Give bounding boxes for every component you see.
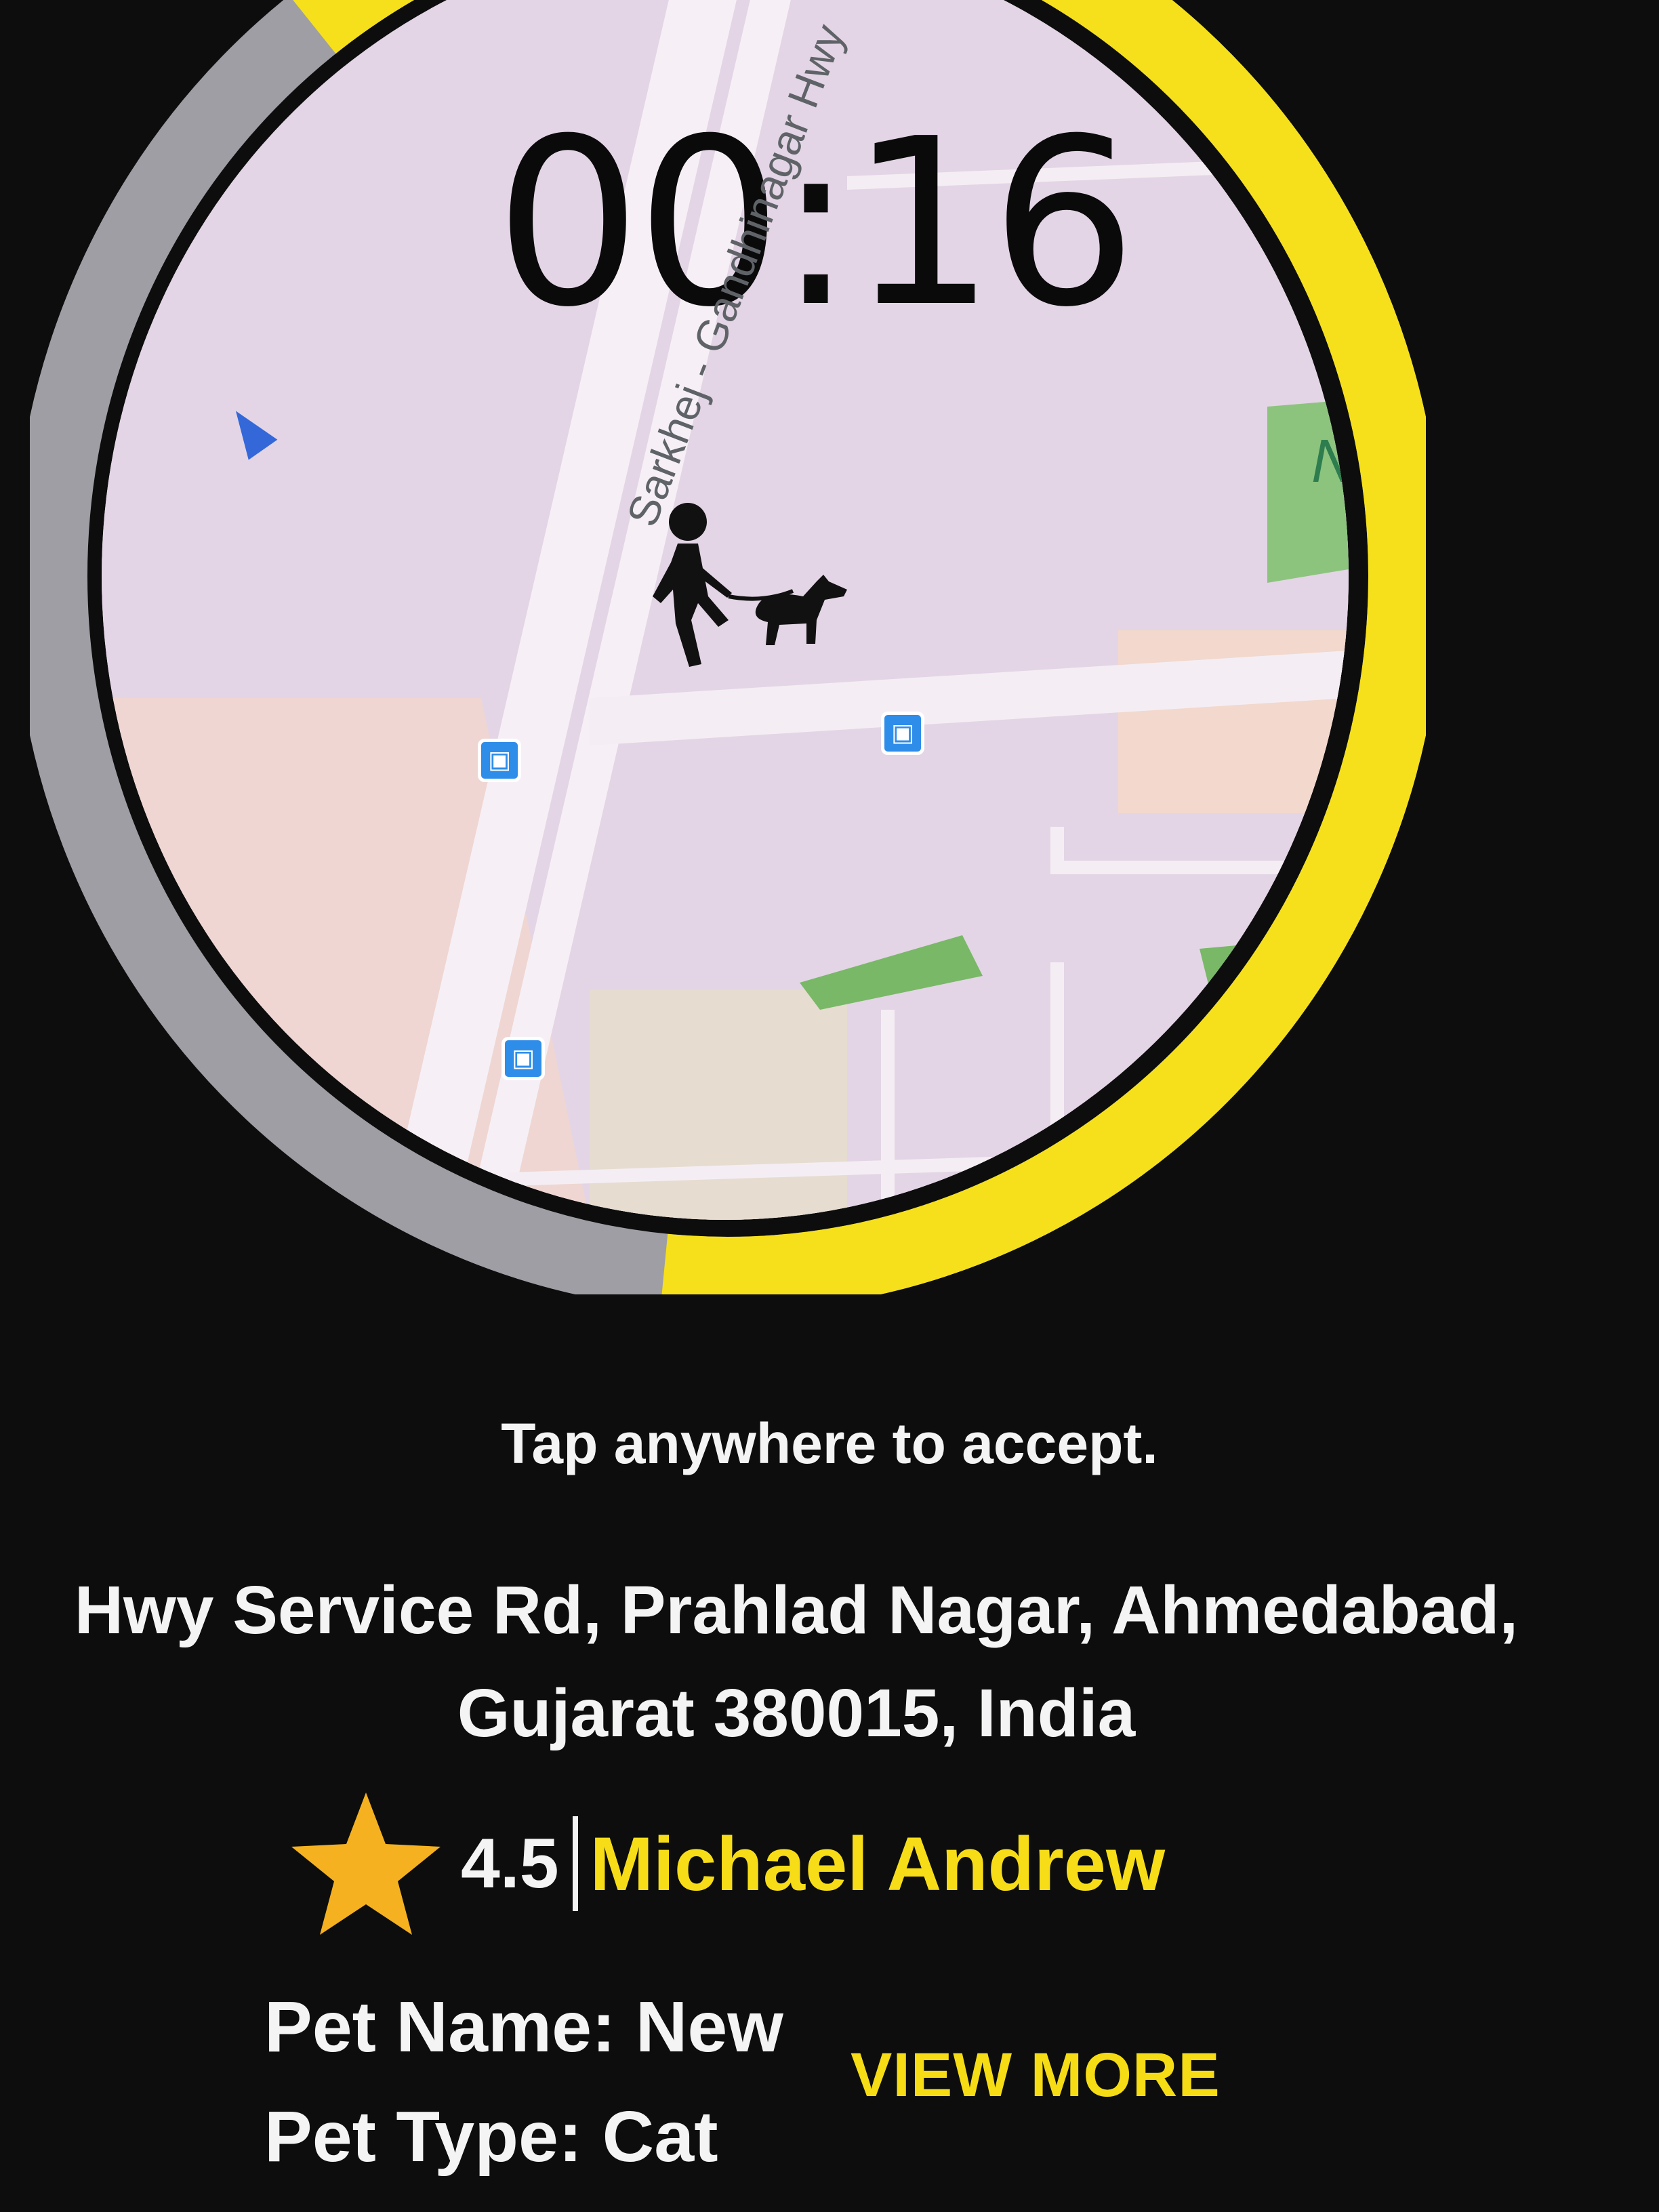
divider bbox=[572, 1816, 578, 1911]
bus-stop-icon[interactable]: ▣ bbox=[478, 739, 521, 782]
pet-details: Pet Name: New Pet Type: Cat bbox=[264, 1972, 783, 2192]
view-more-button[interactable]: VIEW MORE bbox=[851, 2040, 1221, 2111]
pet-type: Pet Type: Cat bbox=[264, 2097, 718, 2177]
map-view[interactable]: 00:16 Sarkhej - Gandhinagar Hwy Nag ▣ ▣ … bbox=[102, 0, 1349, 1220]
address-line-1: Hwy Service Rd, Prahlad Nagar, Ahmedabad… bbox=[74, 1572, 1519, 1648]
owner-rating-row: 4.5 Michael Andrew bbox=[291, 1789, 1165, 1938]
pet-name: Pet Name: New bbox=[264, 1987, 783, 2067]
address-line-2: Gujarat 380015, India bbox=[457, 1675, 1136, 1751]
countdown-timer: 00:16 bbox=[495, 89, 1137, 358]
rating-value: 4.5 bbox=[461, 1824, 559, 1903]
pickup-address: Hwy Service Rd, Prahlad Nagar, Ahmedabad… bbox=[0, 1559, 1593, 1765]
place-label: Nag bbox=[1311, 427, 1349, 497]
owner-name: Michael Andrew bbox=[590, 1821, 1166, 1906]
star-icon bbox=[291, 1793, 441, 1935]
accept-instruction: Tap anywhere to accept. bbox=[501, 1412, 1158, 1475]
dog-walker-icon bbox=[653, 503, 847, 667]
bus-stop-icon[interactable]: ▣ bbox=[501, 1037, 545, 1080]
bus-stop-icon[interactable]: ▣ bbox=[881, 712, 924, 755]
